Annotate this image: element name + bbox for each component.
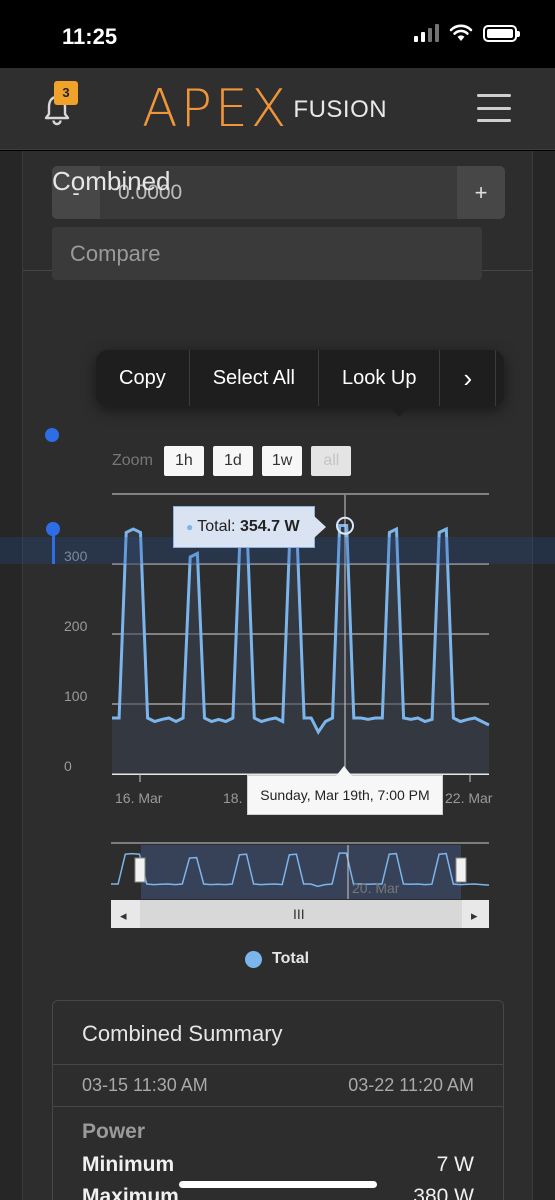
- tooltip-value: 354.7 W: [239, 518, 300, 535]
- series-tooltip: ● Total: 354.7 W: [173, 506, 326, 548]
- select-all-menu-item[interactable]: Select All: [190, 350, 319, 406]
- increment-button[interactable]: +: [457, 166, 505, 219]
- top-nav: 3 APEX FUSION: [0, 68, 555, 150]
- legend-label-total: Total: [272, 950, 310, 967]
- logo-fusion-text: FUSION: [293, 96, 388, 123]
- summary-power-heading: Power: [82, 1120, 146, 1143]
- status-bar: 11:25: [0, 0, 555, 68]
- battery-icon: [483, 24, 520, 42]
- summary-key: Maximum: [82, 1185, 179, 1200]
- tooltip-dot-icon: ●: [186, 520, 194, 534]
- zoom-1h-button[interactable]: 1h: [163, 446, 204, 476]
- wifi-icon: [449, 24, 473, 41]
- context-menu-pointer: [388, 406, 410, 417]
- copy-menu-item[interactable]: Copy: [96, 350, 190, 406]
- x-axis-tooltip: Sunday, Mar 19th, 7:00 PM: [247, 766, 443, 815]
- section-title: Combined: [52, 166, 171, 196]
- logo-apex-text: APEX: [142, 79, 290, 139]
- selection-start-handle[interactable]: [45, 428, 59, 442]
- navigator-scrollbar-thumb[interactable]: [140, 900, 462, 928]
- notification-badge[interactable]: 3: [54, 81, 78, 105]
- selection-end-stem: [52, 530, 55, 564]
- zoom-controls: Zoom 1h 1d 1w all: [112, 446, 352, 476]
- look-up-menu-item[interactable]: Look Up: [319, 350, 441, 406]
- scroll-left-button[interactable]: [111, 900, 140, 928]
- summary-key: Minimum: [82, 1153, 175, 1176]
- more-menu-arrow-icon[interactable]: ›: [440, 350, 497, 406]
- zoom-1w-button[interactable]: 1w: [261, 446, 303, 476]
- home-indicator: [179, 1181, 377, 1188]
- zoom-all-button[interactable]: all: [311, 446, 352, 476]
- summary-row-minimum: Minimum 7 W: [82, 1153, 474, 1177]
- apex-fusion-logo[interactable]: APEX FUSION: [142, 79, 388, 139]
- status-icons: [414, 24, 520, 42]
- zoom-1d-button[interactable]: 1d: [212, 446, 253, 476]
- zoom-label: Zoom: [112, 452, 153, 469]
- chart-legend[interactable]: Total: [245, 950, 309, 968]
- summary-value: 380 W: [413, 1185, 474, 1200]
- combined-summary-panel: Combined Summary 03-15 11:30 AM 03-22 11…: [52, 1000, 504, 1200]
- summary-title: Combined Summary: [82, 1021, 283, 1046]
- hamburger-menu-icon[interactable]: [477, 94, 511, 122]
- summary-divider: [53, 1064, 503, 1065]
- summary-value: 7 W: [436, 1153, 474, 1176]
- compare-select[interactable]: Compare: [52, 227, 482, 280]
- text-context-menu: Copy Select All Look Up ›: [96, 350, 504, 417]
- navigator-left-handle[interactable]: [134, 857, 146, 883]
- cellular-signal-icon: [414, 24, 439, 42]
- legend-swatch-total: [245, 950, 262, 968]
- status-time: 11:25: [62, 24, 118, 49]
- summary-divider: [53, 1106, 503, 1107]
- tooltip-series-label: Total:: [197, 518, 236, 535]
- summary-end-date: 03-22 11:20 AM: [348, 1075, 474, 1095]
- summary-start-date: 03-15 11:30 AM: [82, 1075, 208, 1095]
- navigator-right-handle[interactable]: [455, 857, 467, 883]
- scroll-right-button[interactable]: [462, 900, 489, 928]
- summary-date-range: 03-15 11:30 AM 03-22 11:20 AM: [82, 1075, 474, 1096]
